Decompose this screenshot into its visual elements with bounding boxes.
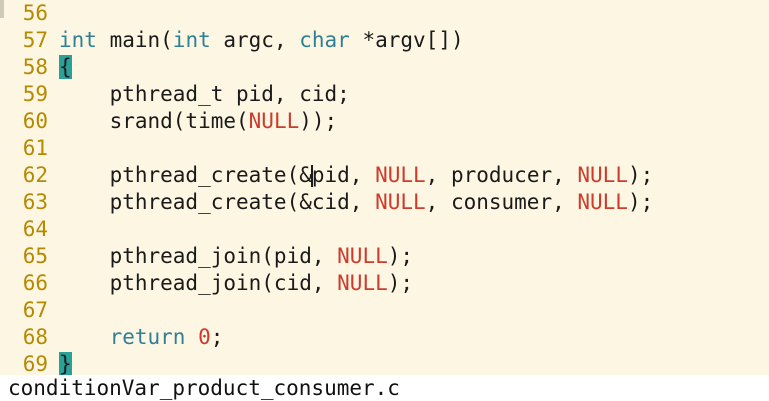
code-token: int	[59, 28, 97, 52]
line-number: 67	[22, 298, 48, 322]
code-line[interactable]: 66 pthread_join(cid, NULL);	[0, 270, 413, 297]
code-line[interactable]: 67	[0, 297, 59, 324]
code-token: ));	[299, 109, 338, 133]
code-line[interactable]: 60 srand(time(NULL));	[0, 108, 337, 135]
code-text[interactable]: pthread_join(cid, NULL);	[59, 270, 413, 297]
matched-bracket: }	[59, 352, 72, 375]
line-number: 61	[22, 136, 48, 160]
code-line[interactable]: 56	[0, 0, 59, 27]
code-token: );	[387, 244, 414, 268]
code-text[interactable]: pthread_create(&pid, NULL, producer, NUL…	[59, 162, 653, 189]
line-number: 58	[22, 55, 48, 79]
line-number: 62	[22, 163, 48, 187]
code-token: pthread_create(&	[59, 163, 312, 187]
code-line[interactable]: 57 int main(int argc, char *argv[])	[0, 27, 464, 54]
code-token: *argv[])	[349, 28, 464, 52]
line-number: 66	[22, 271, 48, 295]
line-number: 64	[22, 217, 48, 241]
code-line[interactable]: 58 {	[0, 54, 72, 81]
code-token: argc,	[210, 28, 300, 52]
code-line[interactable]: 68 return 0;	[0, 324, 224, 351]
code-token: pthread_join(cid,	[59, 271, 338, 295]
code-token: pthread_join(pid,	[59, 244, 338, 268]
code-text[interactable]: pthread_create(&cid, NULL, consumer, NUL…	[59, 189, 654, 216]
code-token: int	[172, 28, 211, 52]
code-token: );	[627, 163, 654, 187]
code-text[interactable]: pthread_t pid, cid;	[59, 81, 350, 108]
code-line[interactable]: 64	[0, 216, 59, 243]
line-number: 65	[22, 244, 48, 268]
code-token: srand(time(	[59, 109, 249, 133]
line-number: 63	[22, 190, 48, 214]
line-number: 57	[22, 28, 48, 52]
line-number: 59	[22, 82, 48, 106]
code-editor[interactable]: 56 57 int main(int argc, char *argv[]) 58 {5…	[0, 0, 769, 375]
code-token: 0	[198, 325, 211, 349]
code-text[interactable]: srand(time(NULL));	[59, 108, 338, 135]
code-token: pthread_t pid, cid;	[59, 82, 350, 106]
code-token: NULL	[577, 190, 628, 214]
code-token: NULL	[375, 163, 426, 187]
code-line[interactable]: 62 pthread_create(&pid, NULL, producer, …	[0, 162, 653, 189]
code-token: , producer,	[425, 163, 578, 187]
code-text[interactable]: }	[59, 351, 72, 375]
code-token: NULL	[375, 190, 426, 214]
line-number: 56	[22, 1, 48, 25]
line-number: 69	[22, 352, 48, 375]
code-text[interactable]: {	[59, 54, 72, 81]
code-token: );	[627, 190, 654, 214]
code-token: char	[299, 28, 350, 52]
code-token: pid,	[311, 163, 376, 187]
code-line[interactable]: 59 pthread_t pid, cid;	[0, 81, 350, 108]
code-token: NULL	[337, 271, 388, 295]
code-text[interactable]: pthread_join(pid, NULL);	[59, 243, 413, 270]
code-text[interactable]: int main(int argc, char *argv[])	[59, 27, 464, 54]
code-line[interactable]: 63 pthread_create(&cid, NULL, consumer, …	[0, 189, 654, 216]
code-token: , consumer,	[425, 190, 578, 214]
code-text[interactable]: return 0;	[59, 324, 224, 351]
status-bar: conditionVar_product_consumer.c	[0, 375, 769, 401]
code-token: );	[387, 271, 414, 295]
code-token: NULL	[337, 244, 388, 268]
line-number: 60	[22, 109, 48, 133]
code-token: ;	[210, 325, 224, 349]
code-token: NULL	[577, 163, 628, 187]
code-token: main(	[96, 28, 173, 52]
code-line[interactable]: 69}	[0, 351, 72, 375]
matched-bracket: {	[59, 55, 72, 79]
code-line[interactable]: 65 pthread_join(pid, NULL);	[0, 243, 413, 270]
code-line[interactable]: 61	[0, 135, 59, 162]
code-token: return	[109, 325, 186, 349]
line-number: 68	[22, 325, 48, 349]
code-token: pthread_create(&cid,	[59, 190, 376, 214]
code-token: NULL	[248, 109, 300, 133]
status-filename: conditionVar_product_consumer.c	[8, 376, 400, 400]
